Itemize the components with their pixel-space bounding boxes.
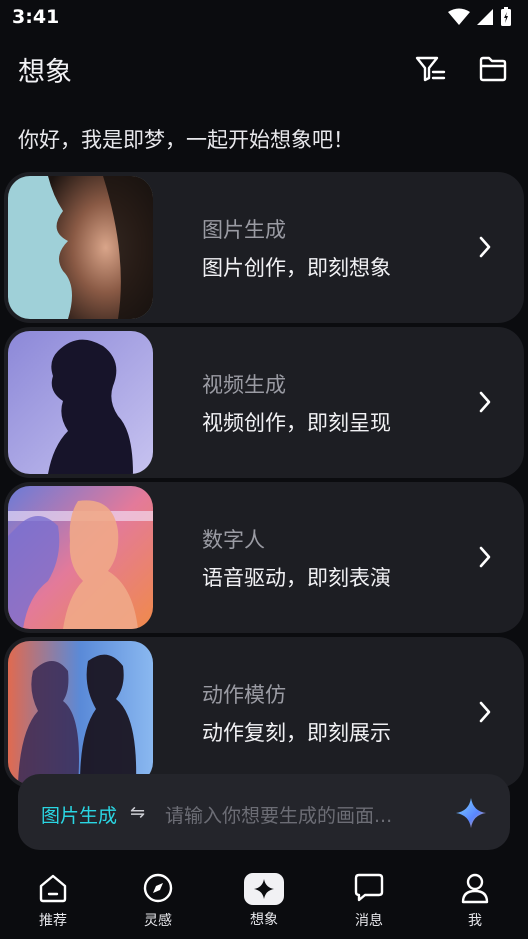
- swap-icon[interactable]: ⇋: [130, 802, 145, 823]
- folder-icon: [479, 56, 507, 82]
- page-title: 想象: [18, 57, 72, 88]
- card-subtitle: 语音驱动，即刻表演: [202, 566, 391, 590]
- tab-recommend[interactable]: 推荐: [13, 870, 93, 930]
- folder-button[interactable]: [476, 52, 510, 86]
- top-bar: 想象: [0, 44, 528, 92]
- card-digital-human[interactable]: 数字人 语音驱动，即刻表演: [4, 482, 524, 633]
- status-icons: [448, 7, 512, 27]
- status-bar: 3:41: [0, 0, 528, 36]
- wifi-icon: [448, 8, 470, 25]
- tab-imagine[interactable]: 想象: [224, 870, 304, 929]
- message-icon: [354, 873, 384, 902]
- filter-button[interactable]: [414, 52, 448, 86]
- bottom-tab-bar: 推荐 灵感 想象 消息 我: [0, 860, 528, 939]
- tab-label: 想象: [250, 912, 278, 928]
- card-subtitle: 视频创作，即刻呈现: [202, 411, 391, 435]
- chevron-right-icon: [479, 391, 491, 413]
- sparkle-icon: [254, 879, 274, 899]
- card-thumbnail: [8, 486, 153, 629]
- tab-label: 消息: [355, 913, 383, 929]
- feature-card-list: 图片生成 图片创作，即刻想象 视频生成 视频创作，即刻呈现 数字人 语音驱动，即…: [4, 172, 524, 792]
- mode-selector[interactable]: 图片生成: [41, 801, 117, 828]
- card-title: 图片生成: [202, 218, 286, 242]
- sparkle-icon[interactable]: [454, 796, 488, 830]
- chevron-right-icon: [479, 546, 491, 568]
- filter-icon: [415, 56, 446, 82]
- card-title: 视频生成: [202, 373, 286, 397]
- card-thumbnail: [8, 641, 153, 784]
- tab-inspiration[interactable]: 灵感: [118, 870, 198, 930]
- tab-label: 灵感: [144, 913, 172, 929]
- compass-icon: [143, 873, 173, 903]
- chevron-right-icon: [479, 236, 491, 258]
- prompt-placeholder[interactable]: 请输入你想要生成的画面...: [165, 801, 392, 828]
- tab-me[interactable]: 我: [435, 870, 515, 930]
- chevron-right-icon: [479, 701, 491, 723]
- user-icon: [461, 873, 489, 904]
- status-time: 3:41: [12, 6, 60, 28]
- card-video-generation[interactable]: 视频生成 视频创作，即刻呈现: [4, 327, 524, 478]
- signal-icon: [477, 9, 493, 25]
- card-subtitle: 动作复刻，即刻展示: [202, 721, 391, 745]
- battery-icon: [501, 7, 511, 26]
- tab-messages[interactable]: 消息: [329, 870, 409, 930]
- card-thumbnail: [8, 176, 153, 319]
- card-motion-imitation[interactable]: 动作模仿 动作复刻，即刻展示: [4, 637, 524, 788]
- card-title: 动作模仿: [202, 683, 286, 707]
- home-icon: [39, 874, 67, 903]
- tab-label: 我: [468, 913, 482, 929]
- card-title: 数字人: [202, 528, 265, 552]
- card-subtitle: 图片创作，即刻想象: [202, 256, 391, 280]
- card-thumbnail: [8, 331, 153, 474]
- prompt-input-bar[interactable]: 图片生成 ⇋ 请输入你想要生成的画面...: [18, 774, 510, 850]
- greeting-text: 你好，我是即梦，一起开始想象吧！: [18, 128, 354, 152]
- card-image-generation[interactable]: 图片生成 图片创作，即刻想象: [4, 172, 524, 323]
- tab-label: 推荐: [39, 913, 67, 929]
